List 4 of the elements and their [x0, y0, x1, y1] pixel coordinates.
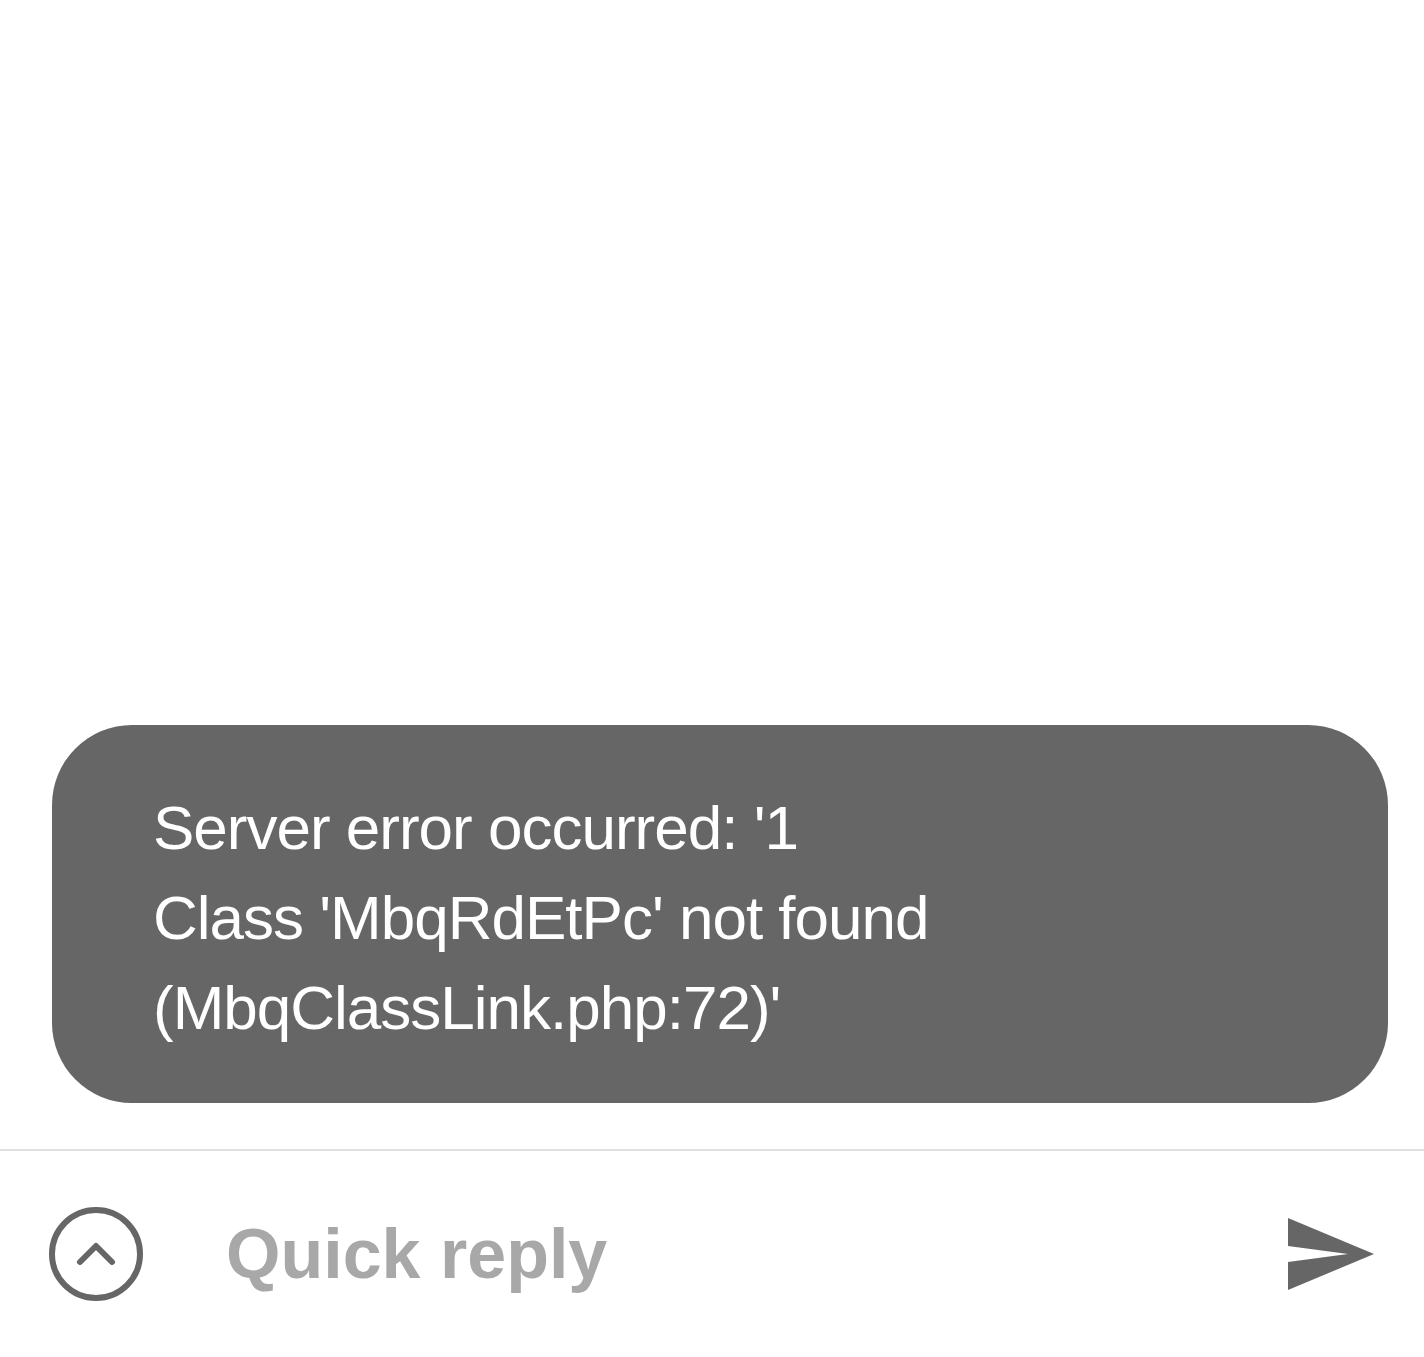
quick-reply-field[interactable]: Quick reply	[224, 1213, 1286, 1295]
send-button[interactable]	[1286, 1216, 1376, 1292]
expand-button[interactable]	[48, 1206, 144, 1302]
error-message: Server error occurred: '1 Class 'MbqRdEtPc' not found (MbqClassLink.php:72)'	[153, 792, 929, 1044]
